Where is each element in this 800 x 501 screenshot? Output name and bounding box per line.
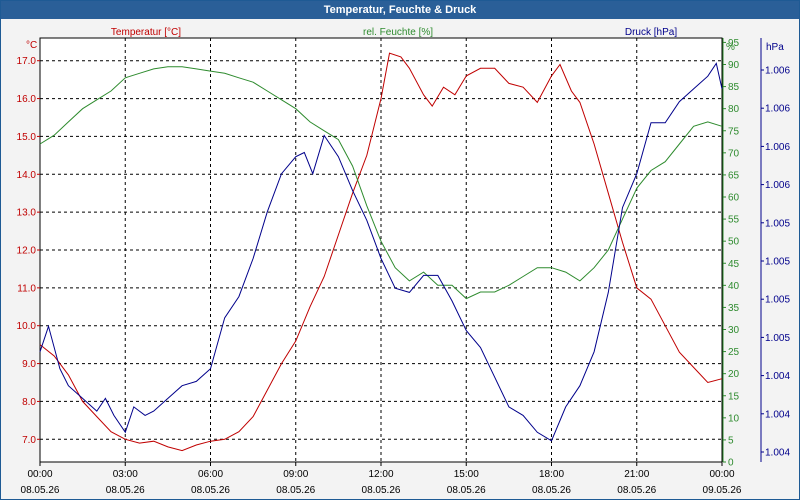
temperature-unit-label: °C	[26, 40, 37, 51]
chart-canvas: 7.0 8.0 9.0 10.0 11.0 12.0 13.0 14.0 15.0 16.0 17.…	[17, 27, 791, 496]
temperature-tick-label: 13.0	[17, 208, 37, 219]
x-tick-time: 06:00	[198, 469, 223, 480]
x-tick-time: 00:00	[709, 469, 734, 480]
humidity-tick-label: 55	[728, 215, 740, 226]
pressure-tick-label: 1.005	[765, 257, 790, 268]
temperature-tick-label: 16.0	[17, 94, 37, 105]
humidity-tick-label: 80	[728, 104, 740, 115]
x-tick-time: 12:00	[368, 469, 393, 480]
temperature-tick-label: 17.0	[17, 56, 37, 67]
x-tick-date: 08.05.26	[276, 485, 315, 496]
x-tick-time: 00:00	[27, 469, 52, 480]
humidity-tick-label: 10	[728, 413, 740, 424]
x-tick-time: 09:00	[283, 469, 308, 480]
x-tick-date: 09.05.26	[703, 485, 742, 496]
humidity-tick-label: 15	[728, 391, 740, 402]
pressure-tick-label: 1.005	[765, 295, 790, 306]
pressure-tick-label: 1.005	[765, 218, 790, 229]
pressure-axis-title: Druck [hPa]	[625, 27, 677, 38]
humidity-tick-label: 85	[728, 82, 740, 93]
x-tick-date: 08.05.26	[532, 485, 571, 496]
temperature-tick-label: 14.0	[17, 170, 37, 181]
x-tick-date: 08.05.26	[362, 485, 401, 496]
humidity-tick-label: 5	[728, 435, 734, 446]
humidity-tick-label: 30	[728, 325, 740, 336]
pressure-tick-label: 1.005	[765, 333, 790, 344]
humidity-axis-title: rel. Feuchte [%]	[363, 27, 433, 38]
humidity-tick-label: 45	[728, 259, 740, 270]
pressure-tick-label: 1.006	[765, 180, 790, 191]
x-tick-time: 18:00	[539, 469, 564, 480]
x-tick-date: 08.05.26	[191, 485, 230, 496]
humidity-tick-label: 60	[728, 193, 740, 204]
x-tick-time: 03:00	[113, 469, 138, 480]
x-tick-time: 21:00	[624, 469, 649, 480]
humidity-unit-label: %	[726, 42, 735, 53]
humidity-tick-label: 25	[728, 347, 740, 358]
temperature-tick-label: 15.0	[17, 132, 37, 143]
pressure-tick-label: 1.006	[765, 142, 790, 153]
temperature-axis-title: Temperatur [°C]	[111, 27, 181, 38]
humidity-tick-label: 75	[728, 126, 740, 137]
pressure-unit-label: hPa	[766, 42, 784, 53]
humidity-tick-label: 0	[728, 458, 734, 469]
pressure-tick-label: 1.004	[765, 448, 790, 459]
temperature-tick-label: 12.0	[17, 246, 37, 257]
pressure-tick-label: 1.006	[765, 66, 790, 77]
x-tick-date: 08.05.26	[447, 485, 486, 496]
humidity-tick-label: 70	[728, 148, 740, 159]
humidity-tick-label: 35	[728, 303, 740, 314]
x-tick-date: 08.05.26	[106, 485, 145, 496]
humidity-tick-label: 65	[728, 170, 740, 181]
humidity-tick-label: 40	[728, 281, 740, 292]
humidity-tick-label: 90	[728, 60, 740, 71]
pressure-tick-label: 1.004	[765, 409, 790, 420]
x-tick-date: 08.05.26	[21, 485, 60, 496]
humidity-tick-label: 20	[728, 369, 740, 380]
x-tick-date: 08.05.26	[617, 485, 656, 496]
temperature-tick-label: 9.0	[22, 359, 36, 370]
humidity-tick-label: 50	[728, 237, 740, 248]
chart-window: Temperatur, Feuchte & Druck 7.0 8.0 9.0 10.…	[0, 0, 800, 500]
pressure-tick-label: 1.006	[765, 104, 790, 115]
temperature-tick-label: 11.0	[17, 283, 36, 294]
temperature-tick-label: 7.0	[22, 435, 36, 446]
temperature-tick-label: 8.0	[22, 397, 36, 408]
x-tick-time: 15:00	[454, 469, 479, 480]
temperature-tick-label: 10.0	[17, 321, 37, 332]
pressure-tick-label: 1.004	[765, 371, 790, 382]
